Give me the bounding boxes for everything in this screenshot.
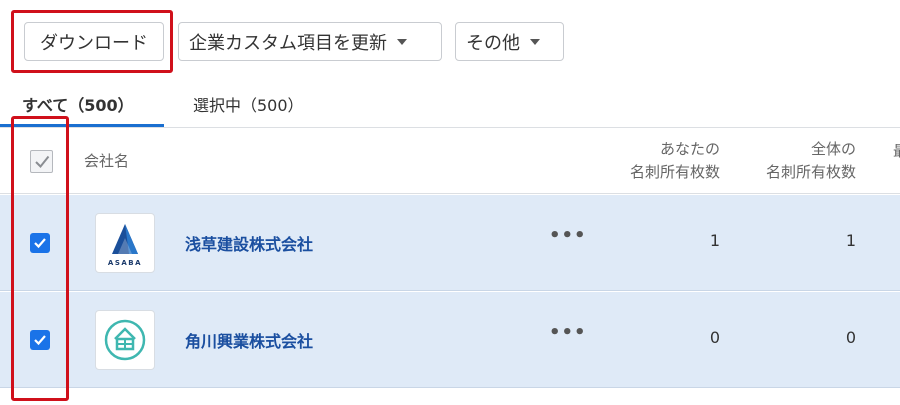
tab-all[interactable]: すべて（500） (22, 80, 134, 128)
check-icon (35, 155, 50, 168)
column-header-all-cards[interactable]: 全体の 名刺所有枚数 (736, 138, 856, 184)
table-row[interactable]: 角川興業株式会社 ••• 0 0 (0, 292, 900, 388)
company-logo: ASABA (95, 213, 155, 273)
select-all-checkbox[interactable] (30, 150, 53, 173)
company-name-link[interactable]: 浅草建設株式会社 (185, 231, 313, 255)
company-logo (95, 310, 155, 370)
update-custom-fields-label: 企業カスタム項目を更新 (189, 32, 387, 54)
check-icon (34, 238, 46, 249)
update-custom-fields-button[interactable]: 企業カスタム項目を更新 (178, 22, 442, 61)
asaba-logo-icon: ASABA (108, 224, 142, 267)
row-checkbox[interactable] (30, 233, 50, 253)
row-menu-icon[interactable]: ••• (549, 225, 587, 246)
column-header-truncated[interactable]: 最 (893, 140, 900, 161)
other-menu-label: その他 (466, 32, 520, 54)
check-icon (34, 335, 46, 346)
tab-selected[interactable]: 選択中（500） (193, 80, 304, 128)
asaba-logo-text: ASABA (108, 259, 142, 267)
tab-selected-label: 選択中（500） (193, 96, 304, 115)
row-checkbox[interactable] (30, 330, 50, 350)
active-tab-indicator (0, 124, 164, 127)
column-header-all-cards-line2: 名刺所有枚数 (765, 163, 856, 181)
column-header-your-cards-line2: 名刺所有枚数 (629, 163, 720, 181)
tab-bar: すべて（500） 選択中（500） (0, 80, 900, 128)
tab-all-label: すべて（500） (22, 96, 134, 115)
caret-down-icon (397, 38, 407, 45)
company-name-link[interactable]: 角川興業株式会社 (185, 328, 313, 352)
all-cards-count: 0 (845, 328, 856, 347)
column-header-company[interactable]: 会社名 (84, 150, 129, 171)
your-cards-count: 0 (709, 328, 720, 347)
column-header-your-cards-line1: あなたの (659, 140, 720, 158)
kadokawa-logo-icon (104, 319, 146, 361)
download-button-label: ダウンロード (40, 32, 148, 54)
caret-down-icon (530, 38, 540, 45)
table-header: 会社名 あなたの 名刺所有枚数 全体の 名刺所有枚数 最 (0, 128, 900, 194)
other-menu-button[interactable]: その他 (455, 22, 564, 61)
row-menu-icon[interactable]: ••• (549, 322, 587, 343)
download-button[interactable]: ダウンロード (24, 22, 164, 61)
your-cards-count: 1 (709, 231, 720, 250)
column-header-all-cards-line1: 全体の (810, 140, 856, 158)
all-cards-count: 1 (845, 231, 856, 250)
table-row[interactable]: ASABA 浅草建設株式会社 ••• 1 1 (0, 195, 900, 291)
column-header-your-cards[interactable]: あなたの 名刺所有枚数 (600, 138, 720, 184)
